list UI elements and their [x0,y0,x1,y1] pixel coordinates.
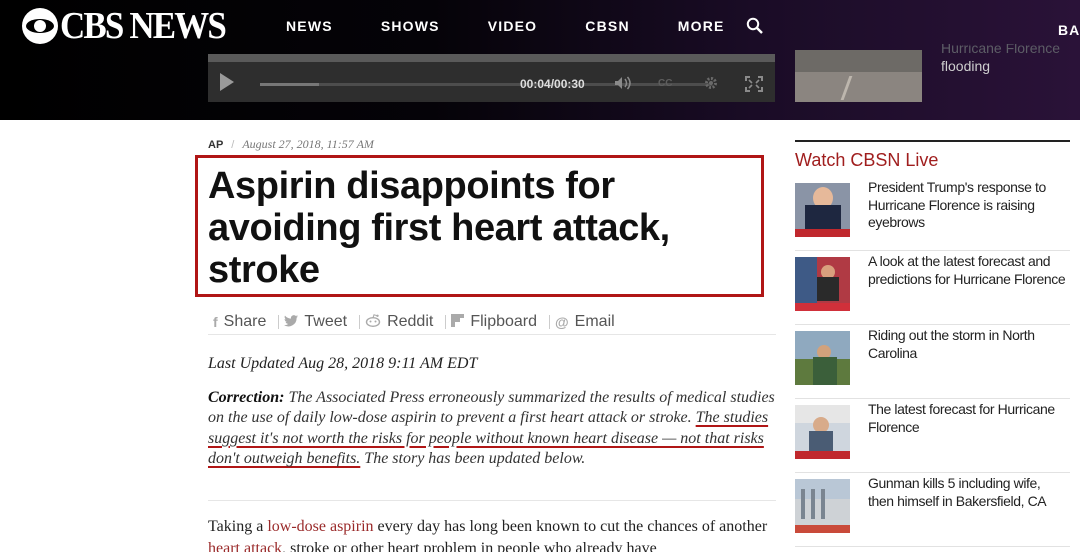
search-icon[interactable] [746,17,764,35]
sidebar-item-text: A look at the latest forecast and predic… [868,253,1066,287]
sidebar-thumbnail [795,405,850,459]
nav-news[interactable]: NEWS [286,18,333,34]
share-label: Email [574,312,615,330]
site-header: CBS NEWS NEWS SHOWS VIDEO CBSN MORE BA 0… [0,0,1080,120]
teaser-faded-line: Hurricane Florence [941,44,1061,56]
sidebar-thumbnail [795,479,850,533]
flooding-video-thumbnail[interactable] [795,50,922,102]
video-time: 00:04/00:30 [520,77,585,91]
share-label: Flipboard [470,312,538,330]
video-progress-track[interactable] [260,83,712,86]
sidebar-item-text: The latest forecast for Hurricane Floren… [868,401,1055,435]
share-bar: f Share Tweet Reddit Flipboard @ Email [208,309,776,335]
sidebar-thumbnail [795,331,850,385]
correction-label: Correction: [208,389,285,406]
share-divider [359,314,361,329]
share-divider [445,314,447,329]
nav-shows[interactable]: SHOWS [381,18,440,34]
sidebar-thumbnail [795,257,850,311]
sidebar-rule [795,140,1070,142]
correction-text-end: The story has been updated below. [360,450,586,468]
share-reddit-button[interactable]: Reddit [365,313,433,331]
correction-text: The Associated Press erroneously summari… [208,389,775,427]
article-date: August 27, 2018, 11:57 AM [242,137,374,151]
sidebar-item-text: Riding out the storm in North Carolina [868,327,1035,361]
article-headline: Aspirin disappoints for avoiding first h… [208,165,670,291]
sidebar-item[interactable]: Gunman kills 5 including wife, then hims… [795,473,1070,547]
nav-more[interactable]: MORE [678,18,725,34]
nav-truncated-item[interactable]: BA [1058,22,1080,38]
sidebar-item[interactable]: Riding out the storm in North Carolina [795,325,1070,399]
reddit-icon [365,313,381,330]
sidebar-thumbnail [795,183,850,237]
flooding-teaser[interactable]: Hurricane Florence flooding [941,44,1071,75]
email-icon: @ [555,313,569,330]
twitter-icon [284,314,299,330]
nav-cbsn[interactable]: CBSN [585,18,629,34]
flipboard-icon [451,313,465,330]
main-nav: NEWS SHOWS VIDEO CBSN MORE [286,18,773,34]
nav-video[interactable]: VIDEO [488,18,538,34]
share-divider [278,314,280,329]
thumbnail-road [795,72,922,102]
video-frame-bottom [208,54,775,62]
article-divider [208,500,776,501]
article-source[interactable]: AP [208,139,223,151]
last-updated: Last Updated Aug 28, 2018 9:11 AM EDT [208,355,478,372]
sidebar-item[interactable]: President Trump's response to Hurricane … [795,177,1070,251]
captions-icon[interactable]: CC [658,78,672,89]
body-text: , stroke or other heart problem in peopl… [282,540,657,552]
logo-text: CBS NEWS [60,5,227,47]
cbs-eye-icon [22,8,58,44]
teaser-text: flooding [941,58,991,74]
correction-note: Correction: The Associated Press erroneo… [208,388,776,470]
sidebar-item-text: Gunman kills 5 including wife, then hims… [868,475,1047,509]
sidebar-item[interactable]: The latest forecast for Hurricane Floren… [795,399,1070,473]
share-facebook-button[interactable]: f Share [213,313,266,331]
share-divider [549,314,551,329]
heart-attack-link[interactable]: heart attack [208,540,282,552]
volume-icon[interactable] [614,76,632,93]
share-email-button[interactable]: @ Email [555,313,615,331]
body-text: Taking a [208,518,268,535]
byline-separator: / [231,138,235,151]
low-dose-aspirin-link[interactable]: low-dose aspirin [267,518,373,535]
cbs-news-logo[interactable]: CBS NEWS [22,5,239,47]
play-icon[interactable] [220,73,234,91]
share-twitter-button[interactable]: Tweet [284,313,347,331]
share-flipboard-button[interactable]: Flipboard [451,313,537,331]
body-text: every day has long been known to cut the… [373,518,768,535]
share-label: Tweet [304,312,348,330]
video-progress-fill [260,83,319,86]
sidebar-item-text: President Trump's response to Hurricane … [868,179,1046,230]
settings-gear-icon[interactable] [704,76,718,93]
byline: AP / August 27, 2018, 11:57 AM [208,137,374,152]
share-label: Reddit [387,312,434,330]
watch-cbsn-live-heading[interactable]: Watch CBSN Live [795,150,938,171]
video-player[interactable]: 00:04/00:30 CC [208,54,775,102]
article-body: Taking a low-dose aspirin every day has … [208,516,776,552]
fullscreen-icon[interactable] [745,76,763,95]
facebook-icon: f [213,313,218,330]
share-label: Share [223,312,267,330]
sidebar-item[interactable]: A look at the latest forecast and predic… [795,251,1070,325]
